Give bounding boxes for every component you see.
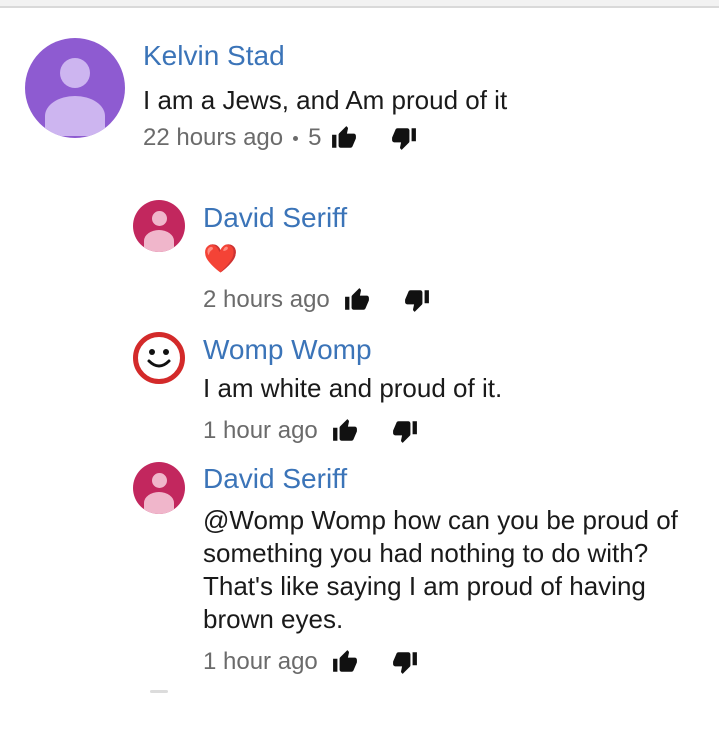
reply-author[interactable]: Womp Womp <box>203 334 372 366</box>
avatar-body-shape <box>144 492 174 514</box>
comment-author[interactable]: Kelvin Stad <box>143 40 285 72</box>
comment-meta: 22 hours ago 5 <box>143 124 417 152</box>
reply-meta: 1 hour ago <box>203 648 418 676</box>
avatar-head-shape <box>152 211 167 226</box>
thumbs-up-icon[interactable] <box>344 287 370 313</box>
avatar-body-shape <box>144 230 174 252</box>
thumbs-up-icon[interactable] <box>332 418 358 444</box>
comment-thread: Kelvin Stad I am a Jews, and Am proud of… <box>0 0 719 180</box>
avatar[interactable] <box>25 38 125 138</box>
avatar[interactable] <box>133 462 185 514</box>
thumbs-down-icon[interactable] <box>404 287 430 313</box>
reply-text: ❤️ <box>203 243 238 274</box>
next-item-edge <box>150 690 168 693</box>
reply: David Seriff ❤️ 2 hours ago <box>0 190 719 320</box>
thumbs-down-icon[interactable] <box>391 125 417 151</box>
reply-text: I am white and proud of it. <box>203 373 503 403</box>
thumbs-up-icon[interactable] <box>332 649 358 675</box>
reply-timestamp: 1 hour ago <box>203 648 318 675</box>
separator-dot <box>293 135 299 141</box>
like-count: 5 <box>308 124 322 151</box>
reply: Womp Womp I am white and proud of it. 1 … <box>0 322 719 452</box>
reply-meta: 1 hour ago <box>203 417 418 445</box>
thumbs-down-icon[interactable] <box>392 418 418 444</box>
avatar-body-shape <box>45 96 105 136</box>
thumbs-up-icon[interactable] <box>331 125 357 151</box>
reply-timestamp: 1 hour ago <box>203 417 318 444</box>
smiley-avatar-icon[interactable] <box>133 332 185 384</box>
avatar[interactable] <box>133 200 185 252</box>
reply-timestamp: 2 hours ago <box>203 286 330 313</box>
avatar-head-shape <box>152 473 167 488</box>
reply-meta: 2 hours ago <box>203 286 430 314</box>
reply: David Seriff @Womp Womp how can you be p… <box>0 452 719 687</box>
comment-text: I am a Jews, and Am proud of it <box>143 85 508 115</box>
avatar-head-shape <box>60 58 90 88</box>
reply-author[interactable]: David Seriff <box>203 463 347 495</box>
thumbs-down-icon[interactable] <box>392 649 418 675</box>
reply-text: @Womp Womp how can you be proud of somet… <box>203 505 678 634</box>
comment-timestamp: 22 hours ago <box>143 124 284 151</box>
reply-author[interactable]: David Seriff <box>203 202 347 234</box>
